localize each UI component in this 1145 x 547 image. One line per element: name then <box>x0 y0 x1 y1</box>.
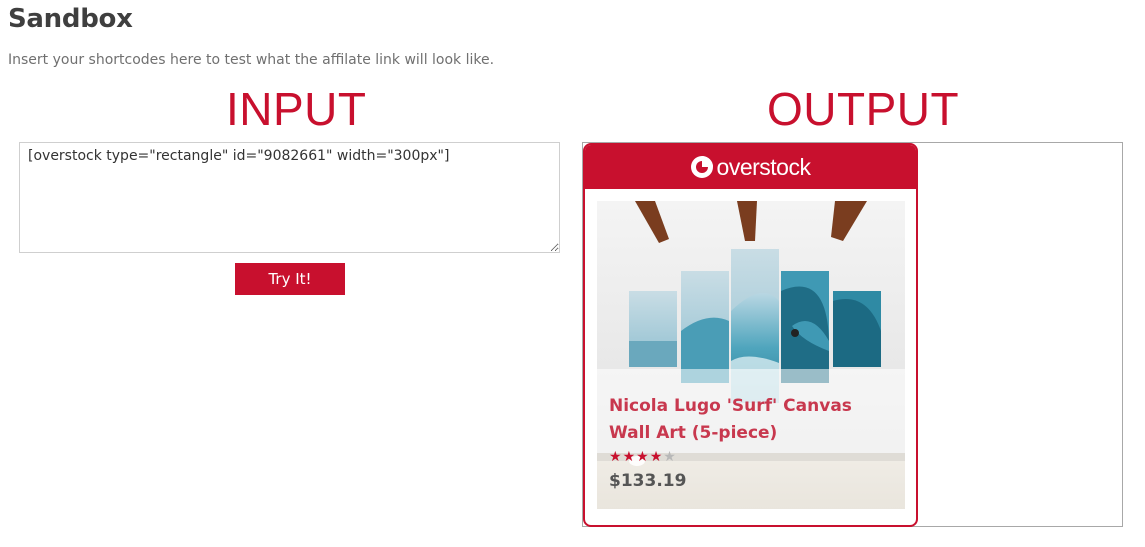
overstock-widget: overstock Nicola Lugo 'Surf' Canvas Wall… <box>583 143 918 527</box>
widget-header[interactable]: overstock <box>585 145 916 189</box>
product-price: $133.19 <box>609 471 687 491</box>
star-icon: ★ <box>649 449 663 465</box>
star-rating: ★ ★ ★ ★ ★ <box>609 449 893 465</box>
output-heading: OUTPUT <box>767 83 960 135</box>
star-empty-icon: ★ <box>663 449 676 465</box>
product-card[interactable]: Nicola Lugo 'Surf' Canvas Wall Art (5-pi… <box>597 201 905 509</box>
overstock-logo-icon <box>690 156 713 178</box>
brand-logo-text: overstock <box>716 153 811 180</box>
output-preview: overstock Nicola Lugo 'Surf' Canvas Wall… <box>582 142 1123 527</box>
star-icon: ★ <box>636 449 649 465</box>
product-name-link[interactable]: Nicola Lugo 'Surf' Canvas Wall Art (5-pi… <box>609 393 893 447</box>
try-it-button[interactable]: Try It! <box>235 263 345 295</box>
page-subtitle: Insert your shortcodes here to test what… <box>8 52 495 68</box>
product-info-overlay: Nicola Lugo 'Surf' Canvas Wall Art (5-pi… <box>597 369 905 509</box>
star-icon: ★ <box>622 449 636 465</box>
page-title: Sandbox <box>8 4 133 34</box>
input-heading: INPUT <box>226 83 367 135</box>
star-icon: ★ <box>609 449 622 465</box>
shortcode-input[interactable]: [overstock type="rectangle" id="9082661"… <box>19 142 560 253</box>
